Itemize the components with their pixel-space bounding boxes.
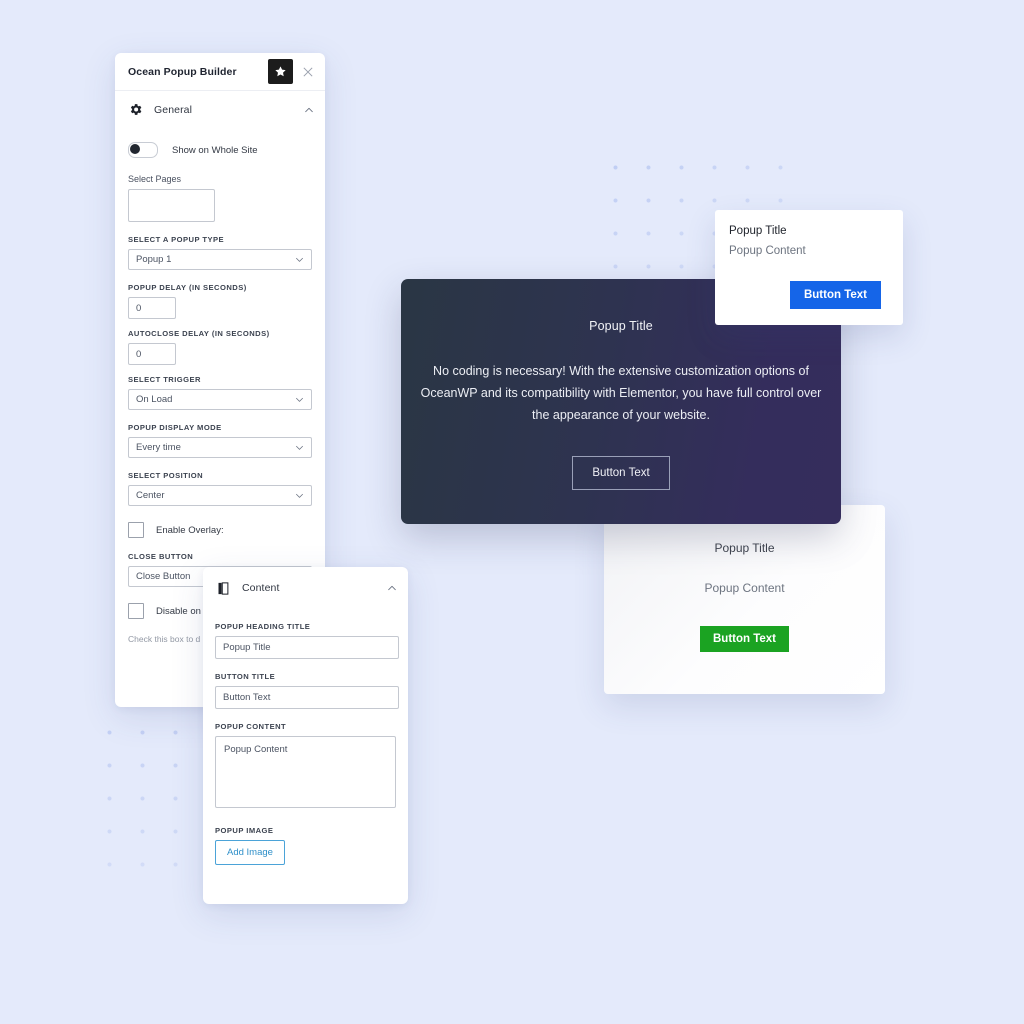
preview-green-title: Popup Title bbox=[714, 541, 775, 555]
heading-title-input[interactable] bbox=[215, 636, 399, 659]
chevron-up-icon[interactable] bbox=[304, 105, 314, 115]
preview-dark-body: No coding is necessary! With the extensi… bbox=[420, 364, 822, 422]
show-on-whole-site-toggle[interactable] bbox=[128, 142, 158, 158]
gear-icon bbox=[130, 104, 142, 115]
popup-type-label: SELECT A POPUP TYPE bbox=[128, 235, 225, 244]
select-position-label: SELECT POSITION bbox=[128, 471, 204, 480]
autoclose-delay-input[interactable] bbox=[128, 343, 176, 365]
popup-preview-blue: Popup Title Popup Content Button Text bbox=[715, 210, 903, 325]
section-label: General bbox=[154, 103, 193, 116]
display-mode-select[interactable]: Every time bbox=[128, 437, 312, 458]
enable-overlay-label: Enable Overlay: bbox=[156, 524, 224, 536]
popup-content-textarea[interactable]: Popup Content bbox=[215, 736, 396, 808]
popup-type-select[interactable]: Popup 1 bbox=[128, 249, 312, 270]
chevron-down-icon bbox=[296, 397, 303, 402]
section-label: Content bbox=[242, 582, 280, 594]
preview-green-content: Popup Content bbox=[704, 581, 785, 595]
select-position-select[interactable]: Center bbox=[128, 485, 312, 506]
popup-preview-green: Popup Title Popup Content Button Text bbox=[604, 505, 885, 694]
popup-delay-input[interactable] bbox=[128, 297, 176, 319]
close-button-label: CLOSE BUTTON bbox=[128, 552, 194, 561]
popup-type-value: Popup 1 bbox=[136, 254, 172, 265]
content-settings-panel: Content POPUP HEADING TITLE BUTTON TITLE… bbox=[203, 567, 408, 904]
autoclose-delay-label: AUTOCLOSE DELAY (IN SECONDS) bbox=[128, 329, 270, 338]
star-icon[interactable] bbox=[268, 59, 293, 84]
select-position-value: Center bbox=[136, 490, 165, 501]
popup-delay-label: POPUP DELAY (IN SECONDS) bbox=[128, 283, 247, 292]
select-pages-input[interactable] bbox=[128, 189, 215, 222]
preview-blue-content: Popup Content bbox=[729, 245, 806, 257]
button-title-label: BUTTON TITLE bbox=[215, 672, 276, 681]
preview-dark-button[interactable]: Button Text bbox=[572, 455, 670, 490]
enable-overlay-checkbox[interactable] bbox=[128, 522, 144, 538]
chevron-down-icon bbox=[296, 493, 303, 498]
enable-overlay-row[interactable]: Enable Overlay: bbox=[128, 522, 312, 538]
select-trigger-value: On Load bbox=[136, 394, 173, 405]
chevron-up-icon[interactable] bbox=[387, 583, 397, 593]
toggle-knob bbox=[130, 144, 140, 154]
select-trigger-label: SELECT TRIGGER bbox=[128, 375, 201, 384]
chevron-down-icon bbox=[296, 257, 303, 262]
preview-blue-title: Popup Title bbox=[729, 225, 787, 237]
canvas: Ocean Popup Builder General Show on Whol… bbox=[0, 0, 1024, 1024]
section-header-content[interactable]: Content bbox=[203, 567, 408, 609]
preview-blue-button[interactable]: Button Text bbox=[789, 281, 881, 309]
popup-content-label: POPUP CONTENT bbox=[215, 722, 287, 731]
close-icon[interactable] bbox=[299, 63, 317, 81]
display-mode-label: POPUP DISPLAY MODE bbox=[128, 423, 222, 432]
select-trigger-select[interactable]: On Load bbox=[128, 389, 312, 410]
panel-titlebar: Ocean Popup Builder bbox=[115, 53, 325, 91]
add-image-button[interactable]: Add Image bbox=[215, 840, 285, 865]
panel-title: Ocean Popup Builder bbox=[128, 65, 237, 78]
disable-on-mobile-checkbox[interactable] bbox=[128, 603, 144, 619]
preview-green-button[interactable]: Button Text bbox=[699, 626, 790, 652]
book-icon bbox=[218, 581, 229, 595]
button-title-input[interactable] bbox=[215, 686, 399, 709]
display-mode-value: Every time bbox=[136, 442, 181, 453]
heading-title-label: POPUP HEADING TITLE bbox=[215, 622, 311, 631]
section-header-general[interactable]: General bbox=[115, 91, 325, 128]
popup-image-label: POPUP IMAGE bbox=[215, 826, 274, 835]
select-pages-label: Select Pages bbox=[128, 174, 182, 184]
show-on-whole-site-label: Show on Whole Site bbox=[172, 144, 258, 156]
show-on-whole-site-row[interactable]: Show on Whole Site bbox=[128, 142, 312, 158]
preview-dark-title: Popup Title bbox=[589, 319, 653, 333]
content-panel-body: POPUP HEADING TITLE BUTTON TITLE POPUP C… bbox=[203, 609, 408, 865]
chevron-down-icon bbox=[296, 445, 303, 450]
